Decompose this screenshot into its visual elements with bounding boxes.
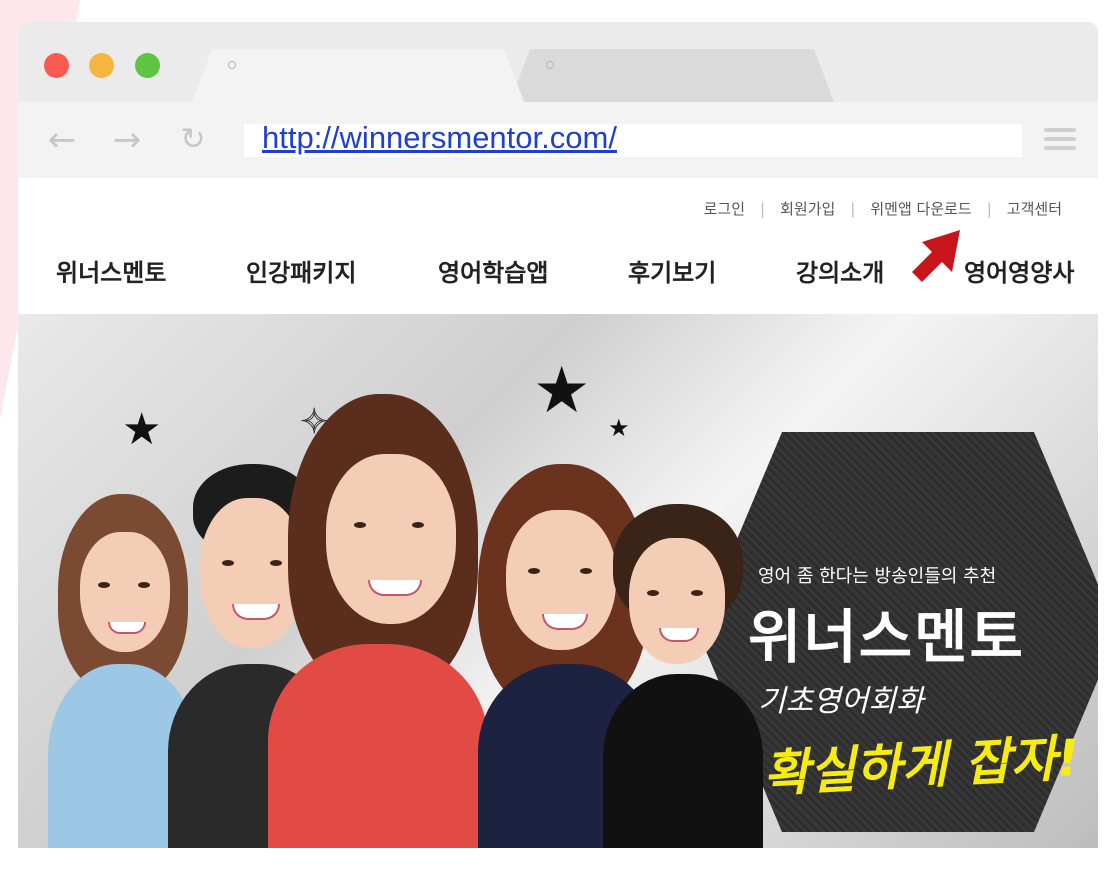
login-link[interactable]: 로그인 xyxy=(704,198,745,219)
divider: | xyxy=(850,199,856,218)
website-content: 로그인 | 회원가입 | 위멘앱 다운로드 | 고객센터 위너스멘토 인강패키지… xyxy=(18,178,1098,848)
hero-title: 위너스멘토 xyxy=(748,603,1025,671)
nav-item-nutritionist[interactable]: 영어영양사 xyxy=(964,253,1074,288)
signup-link[interactable]: 회원가입 xyxy=(780,198,835,219)
nav-item-lectures[interactable]: 강의소개 xyxy=(796,253,884,288)
close-window-button[interactable] xyxy=(44,53,69,78)
address-bar: ← → ↻ http://winnersmentor.com/ xyxy=(18,102,1098,178)
tab-bar xyxy=(18,22,1098,102)
minimize-window-button[interactable] xyxy=(89,53,114,78)
app-download-link[interactable]: 위멘앱 다운로드 xyxy=(870,198,971,219)
divider: | xyxy=(986,199,992,218)
maximize-window-button[interactable] xyxy=(135,53,160,78)
customer-center-link[interactable]: 고객센터 xyxy=(1007,198,1062,219)
nav-item-winnersmentor[interactable]: 위너스멘토 xyxy=(56,253,166,288)
hamburger-menu-icon[interactable] xyxy=(1044,126,1076,154)
browser-tab-2[interactable] xyxy=(510,49,834,102)
browser-window: ← → ↻ http://winnersmentor.com/ 로그인 | 회원… xyxy=(18,22,1098,848)
nav-item-study-app[interactable]: 영어학습앱 xyxy=(438,253,548,288)
url-input[interactable]: http://winnersmentor.com/ xyxy=(244,120,1022,157)
nav-item-reviews[interactable]: 후기보기 xyxy=(628,253,716,288)
hero-subtitle: 영어 좀 한다는 방송인들의 추천 xyxy=(758,566,997,587)
reload-icon[interactable]: ↻ xyxy=(173,120,213,160)
main-navigation: 위너스멘토 인강패키지 영어학습앱 후기보기 강의소개 영어영양사 xyxy=(18,253,1098,298)
divider: | xyxy=(760,199,766,218)
arrow-right-icon[interactable]: → xyxy=(107,120,147,160)
star-icon: ★ xyxy=(122,404,162,455)
presenter-photo xyxy=(593,504,763,848)
hero-tagline-1: 기초영어회화 xyxy=(758,684,924,719)
star-icon: ★ xyxy=(608,414,630,442)
browser-tab-1[interactable] xyxy=(192,49,524,102)
star-icon: ★ xyxy=(533,354,591,428)
url-text[interactable]: http://winnersmentor.com/ xyxy=(262,120,617,156)
tab-favicon-icon xyxy=(228,61,236,69)
arrow-left-icon[interactable]: ← xyxy=(42,120,82,160)
nav-item-package[interactable]: 인강패키지 xyxy=(246,253,356,288)
tab-favicon-icon xyxy=(546,61,554,69)
hero-banner[interactable]: ★ ★ ★ ✧ 영어 좀 한다는 방송인들의 추천 위너스멘토 기초영어회화 확… xyxy=(18,314,1098,848)
utility-links: 로그인 | 회원가입 | 위멘앱 다운로드 | 고객센터 xyxy=(704,198,1062,219)
